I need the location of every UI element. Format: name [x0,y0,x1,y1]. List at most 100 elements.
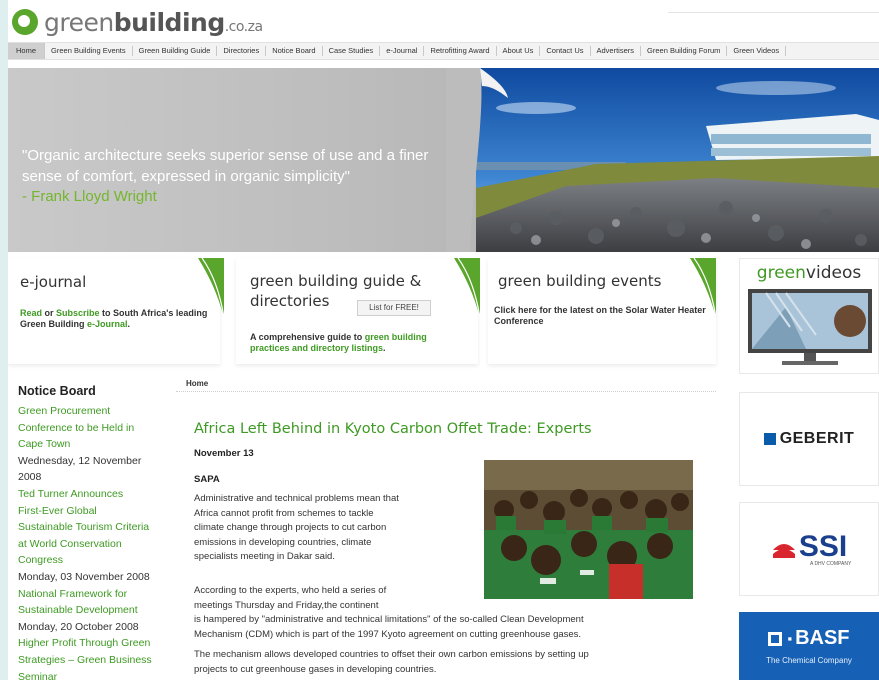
notice-link[interactable]: Cape Town [18,436,168,453]
notice-board-title: Notice Board [18,384,96,398]
nav-item-advertisers[interactable]: Advertisers [591,46,642,56]
notice-link[interactable]: Green Procurement [18,403,168,420]
nav-item-videos[interactable]: Green Videos [727,46,787,56]
list-for-free-button[interactable]: List for FREE! [357,300,431,316]
article-title[interactable]: Africa Left Behind in Kyoto Carbon Offet… [194,421,592,437]
article-line: projects to cut greenhouse gases in deve… [194,663,437,675]
notice-link[interactable]: Congress [18,552,168,569]
basf-square-icon [768,631,783,646]
ejournal-link[interactable]: e-Journal [87,319,128,329]
notice-link[interactable]: at World Conservation [18,536,168,553]
article-paragraph-3: The mechanism allows developed countries… [194,648,714,677]
notice-date: Monday, 03 November 2008 [18,570,150,583]
header-divider [668,12,879,18]
hero-photo [476,68,879,252]
breadcrumb-home[interactable]: Home [186,379,208,388]
logo-part-green: green [44,7,114,37]
hero-quote: "Organic architecture seeks superior sen… [22,147,429,185]
events-box[interactable]: green building events Click here for the… [488,258,716,364]
article-line: meetings Thursday and Friday,the contine… [194,599,379,611]
notice-board-list: Green Procurement Conference to be Held … [18,403,168,680]
article-line: specialists meeting in Dakar said. [194,551,335,563]
building-landscape-image [476,68,879,252]
article-line: Africa cannot profit from schemes to tac… [194,507,374,519]
nav-item-events[interactable]: Green Building Events [45,46,133,56]
nav-item-retrofitting-award[interactable]: Retrofitting Award [424,46,497,56]
hero-author: - Frank Lloyd Wright [22,188,157,205]
notice-link[interactable]: Seminar [18,669,168,680]
article-source: SAPA [194,474,220,485]
geberit-square-icon [763,433,776,445]
green-videos-title: greenvideos [740,263,878,283]
geberit-name: GEBERIT [779,430,855,447]
logo-icon [12,9,38,35]
ejournal-box[interactable]: e-journal Read or Subscribe to South Afr… [8,258,224,364]
notice-link[interactable]: First-Ever Global [18,503,168,520]
nav-item-directories[interactable]: Directories [217,46,267,56]
article-paragraph-1: Administrative and technical problems me… [194,492,474,565]
nav-item-contact[interactable]: Contact Us [540,46,591,56]
logo-text: greenbuilding.co.za [44,8,263,37]
logo-part-building: building [113,7,226,37]
nav-item-forum[interactable]: Green Building Forum [641,46,728,56]
notice-date: Monday, 20 October 2008 [18,620,139,633]
hero-banner: "Organic architecture seeks superior sen… [8,68,879,252]
ssi-mark-icon [772,544,795,558]
site-logo[interactable]: greenbuilding.co.za [12,6,263,38]
read-link[interactable]: Read [20,308,42,318]
green-videos-ad[interactable]: greenvideos [739,258,879,374]
ejournal-description: Read or Subscribe to South Africa's lead… [20,308,210,330]
basf-dot: ▪ [787,631,793,646]
guide-title-line1: green building guide & [250,272,422,290]
ssi-subtitle: A DHV COMPANY [810,561,852,567]
logo-suffix: .co.za [224,18,263,35]
ssi-logo: SSI [740,503,878,583]
events-description[interactable]: Click here for the latest on the Solar W… [494,305,706,327]
article-line: climate change through projects to cut c… [194,522,387,534]
notice-link[interactable]: National Framework for [18,586,168,603]
article-line: The mechanism allows developed countries… [194,649,589,660]
notice-link[interactable]: Higher Profit Through Green [18,635,168,652]
notice-link[interactable]: Conference to be Held in [18,420,168,437]
basf-ad[interactable]: ▪ BASF The Chemical Company [739,612,879,680]
nav-item-ejournal[interactable]: e-Journal [380,46,425,56]
nav-item-guide[interactable]: Green Building Guide [133,46,218,56]
geberit-ad[interactable]: GEBERIT [739,392,879,486]
notice-link[interactable]: Sustainable Tourism Criteria [18,519,168,536]
article-line: is hampered by "administrative and techn… [194,614,584,625]
main-nav: Home Green Building Events Green Buildin… [8,42,879,60]
basf-name: BASF [795,627,850,649]
geberit-logo: GEBERIT [740,393,878,485]
article-date: November 13 [194,448,254,459]
basf-tagline: The Chemical Company [766,656,852,665]
notice-link[interactable]: Sustainable Development [18,602,168,619]
guide-end: . [383,343,386,353]
tv-icon [748,289,872,365]
ssi-name: SSI [798,530,848,563]
guide-text: A comprehensive guide to [250,332,365,342]
notice-date: Wednesday, 12 November [18,454,142,467]
videos-title-green: green [756,263,806,283]
guide-title-line2: directories [250,292,330,310]
notice-date: 2008 [18,471,42,484]
leaf-corner-icon [454,258,480,318]
children-photo-image [484,460,693,599]
guide-description: A comprehensive guide to green building … [250,332,465,354]
basf-logo: ▪ BASF [740,627,878,650]
article-line: According to the experts, who held a ser… [194,585,387,596]
article-paragraph-2: According to the experts, who held a ser… [194,584,474,613]
notice-link[interactable]: Ted Turner Announces [18,486,168,503]
videos-title-rest: videos [805,263,862,283]
nav-item-about[interactable]: About Us [497,46,541,56]
nav-item-case-studies[interactable]: Case Studies [323,46,381,56]
notice-link[interactable]: Strategies – Green Business [18,652,168,669]
ssi-ad[interactable]: SSI A DHV COMPANY [739,502,879,596]
page: greenbuilding.co.za Home Green Building … [8,0,879,680]
subscribe-link[interactable]: Subscribe [56,308,100,318]
article-line: emissions in developing countries, clima… [194,536,372,548]
nav-item-notice-board[interactable]: Notice Board [266,46,323,56]
nav-item-home[interactable]: Home [8,43,46,59]
ejournal-end: . [127,319,131,329]
events-title: green building events [498,272,662,290]
article-photo-children [484,460,693,599]
